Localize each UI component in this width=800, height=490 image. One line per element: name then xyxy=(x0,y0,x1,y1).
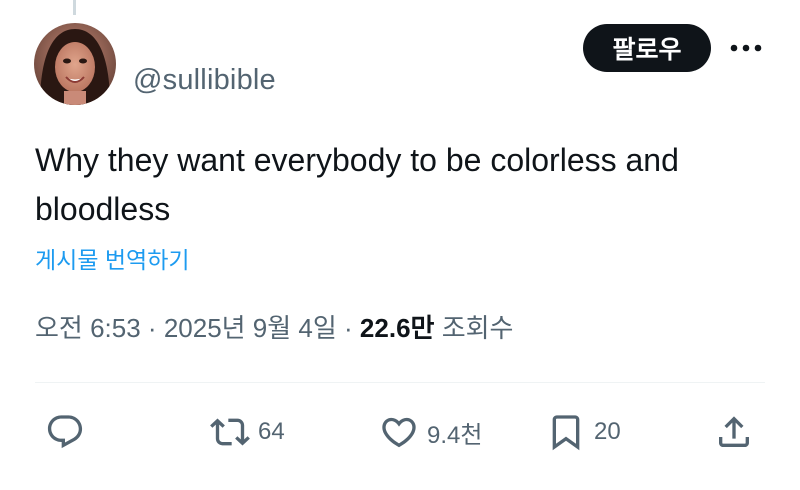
like-button[interactable]: 9.4천 xyxy=(379,412,482,452)
tweet-time[interactable]: 오전 6:53 xyxy=(35,313,141,343)
avatar-image xyxy=(34,23,116,105)
divider xyxy=(35,382,765,383)
reply-button[interactable] xyxy=(45,412,85,452)
follow-button[interactable]: 팔로우 xyxy=(583,24,711,72)
heart-icon xyxy=(379,412,419,452)
retweet-icon xyxy=(210,412,250,452)
tweet-metadata: 오전 6:53 · 2025년 9월 4일 · 22.6만 조회수 xyxy=(35,308,513,345)
share-button[interactable] xyxy=(714,412,754,452)
retweet-button[interactable]: 64 xyxy=(210,412,285,452)
thread-connector-line xyxy=(73,0,76,15)
tweet-text: Why they want everybody to be colorless … xyxy=(35,142,679,227)
tweet-date[interactable]: 2025년 9월 4일 xyxy=(164,313,337,343)
bookmark-count: 20 xyxy=(594,418,621,445)
avatar[interactable] xyxy=(34,23,116,105)
meta-separator: · xyxy=(147,313,157,343)
views-count: 22.6만 xyxy=(359,313,435,343)
meta-separator: · xyxy=(344,313,353,343)
more-options-button[interactable] xyxy=(728,38,764,58)
views-label: 조회수 xyxy=(441,313,514,343)
retweet-count: 64 xyxy=(258,418,285,445)
more-dots-icon xyxy=(730,44,762,52)
share-icon xyxy=(714,412,754,452)
bookmark-button[interactable]: 20 xyxy=(546,412,621,452)
like-count: 9.4천 xyxy=(427,421,483,449)
translate-post-link[interactable]: 게시물 번역하기 xyxy=(35,241,190,275)
author-handle[interactable]: @sullibible xyxy=(133,64,276,97)
bookmark-icon xyxy=(546,412,586,452)
reply-icon xyxy=(45,412,85,452)
